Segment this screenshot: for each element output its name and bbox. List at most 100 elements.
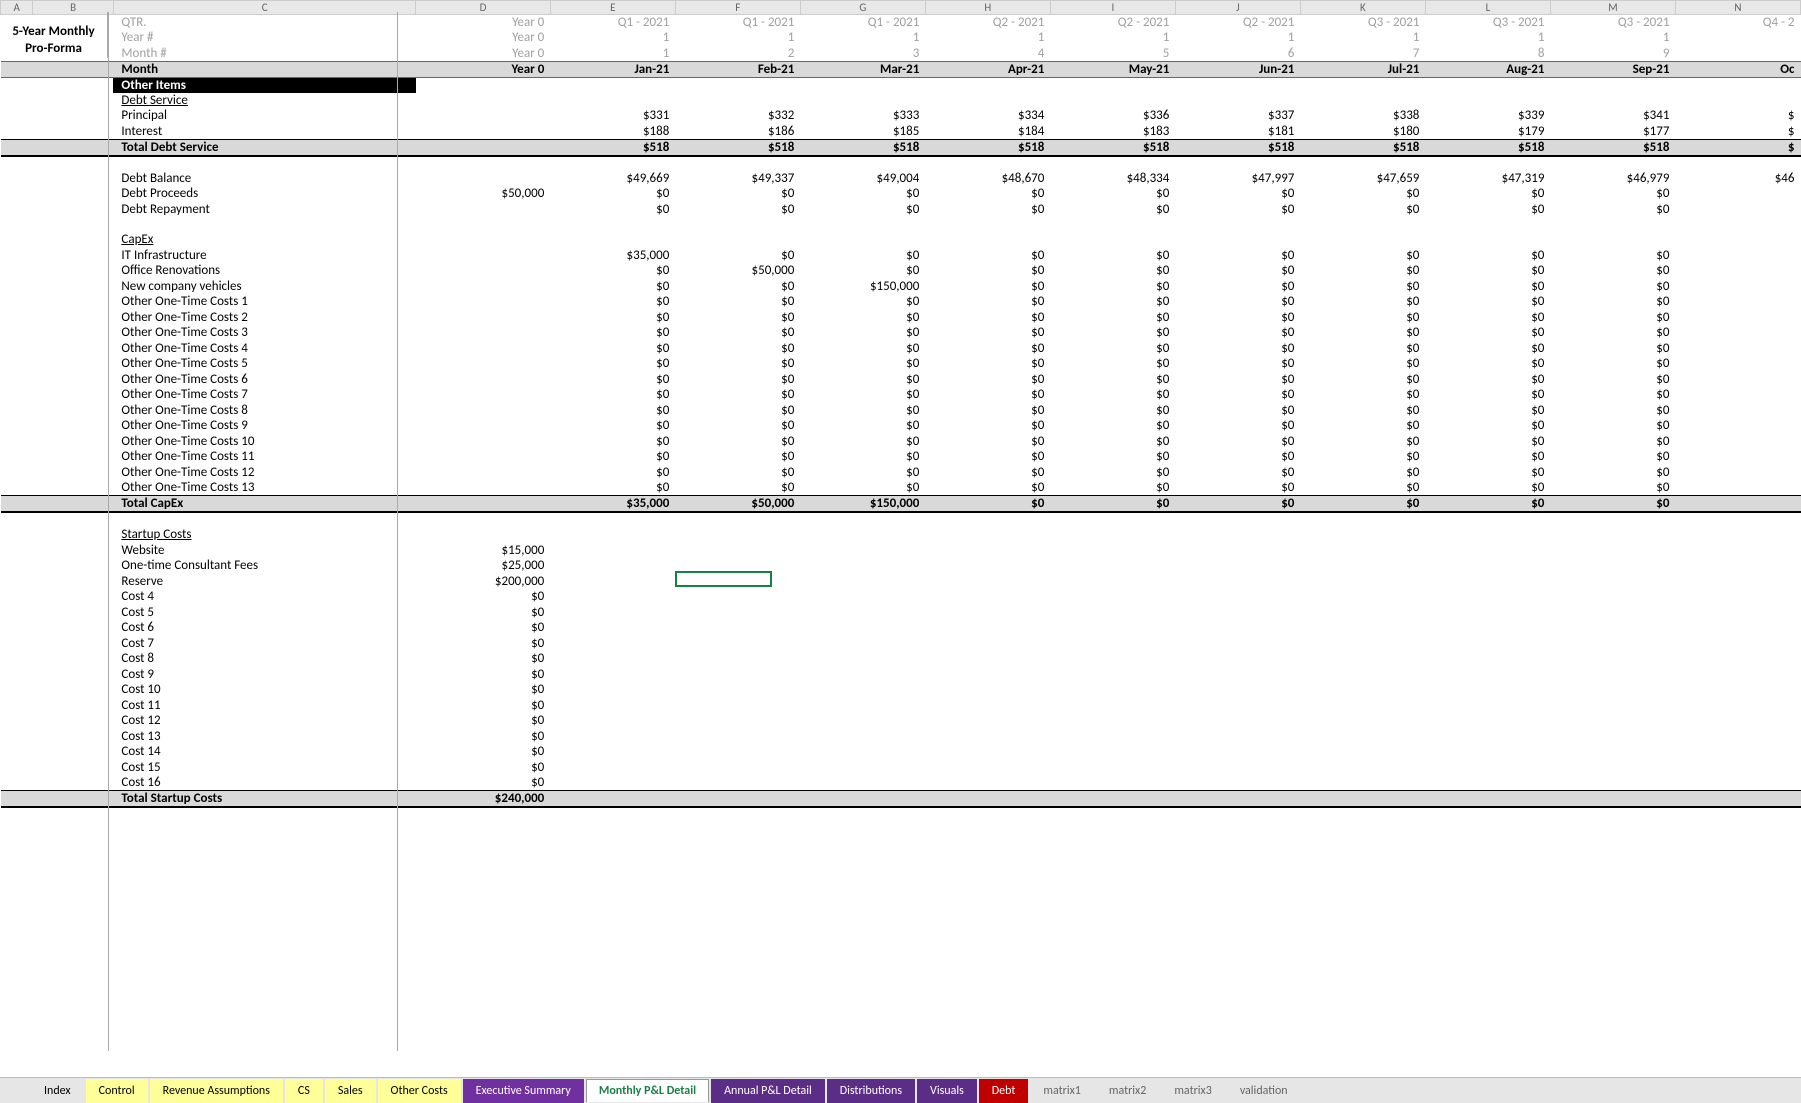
cell[interactable]: $0 bbox=[1300, 341, 1425, 357]
cell[interactable]: $177 bbox=[1550, 124, 1675, 140]
cell[interactable] bbox=[800, 558, 925, 574]
cell[interactable]: $0 bbox=[800, 341, 925, 357]
cell[interactable]: $0 bbox=[1050, 403, 1175, 419]
sheet-tab[interactable]: Control bbox=[86, 1079, 148, 1103]
cell[interactable] bbox=[1550, 527, 1675, 543]
cell[interactable] bbox=[1425, 93, 1550, 109]
cell[interactable]: $336 bbox=[1050, 108, 1175, 124]
cell[interactable]: $240,000 bbox=[416, 791, 550, 808]
cell[interactable]: $50,000 bbox=[675, 263, 800, 279]
cell[interactable]: 6 bbox=[1175, 46, 1300, 62]
cell[interactable] bbox=[550, 667, 675, 683]
cell[interactable] bbox=[800, 574, 925, 590]
cell[interactable] bbox=[416, 248, 550, 264]
cell[interactable]: $0 bbox=[1425, 248, 1550, 264]
cell[interactable] bbox=[675, 636, 800, 652]
cell[interactable] bbox=[1425, 729, 1550, 745]
cell[interactable]: $334 bbox=[925, 108, 1050, 124]
cell[interactable]: $0 bbox=[1175, 372, 1300, 388]
cell[interactable] bbox=[1675, 760, 1800, 776]
cell[interactable]: $0 bbox=[1175, 465, 1300, 481]
cell[interactable]: $0 bbox=[800, 325, 925, 341]
cell[interactable] bbox=[925, 667, 1050, 683]
cell[interactable]: $0 bbox=[1175, 418, 1300, 434]
cell[interactable]: $0 bbox=[1550, 356, 1675, 372]
cell[interactable]: $0 bbox=[550, 186, 675, 202]
cell[interactable] bbox=[1550, 698, 1675, 714]
cell[interactable] bbox=[1050, 760, 1175, 776]
cell[interactable]: 1 bbox=[1050, 30, 1175, 46]
cell[interactable]: $0 bbox=[550, 356, 675, 372]
cell[interactable]: $0 bbox=[675, 480, 800, 496]
cell[interactable] bbox=[925, 232, 1050, 248]
cell[interactable]: $0 bbox=[925, 202, 1050, 218]
cell[interactable]: $46,979 bbox=[1550, 171, 1675, 187]
cell[interactable]: $0 bbox=[1050, 263, 1175, 279]
cell[interactable]: $0 bbox=[550, 387, 675, 403]
cell[interactable] bbox=[800, 760, 925, 776]
cell[interactable]: $0 bbox=[800, 294, 925, 310]
cell[interactable] bbox=[1675, 744, 1800, 760]
cell[interactable] bbox=[416, 124, 550, 140]
cell[interactable]: $47,659 bbox=[1300, 171, 1425, 187]
cell[interactable] bbox=[675, 760, 800, 776]
cell[interactable]: $0 bbox=[1300, 434, 1425, 450]
cell[interactable] bbox=[675, 605, 800, 621]
cell[interactable] bbox=[800, 636, 925, 652]
cell[interactable] bbox=[1550, 667, 1675, 683]
cell[interactable] bbox=[675, 651, 800, 667]
cell[interactable] bbox=[1425, 527, 1550, 543]
cell[interactable] bbox=[800, 729, 925, 745]
cell[interactable]: $0 bbox=[925, 372, 1050, 388]
cell[interactable]: $0 bbox=[550, 418, 675, 434]
cell[interactable]: $0 bbox=[1175, 434, 1300, 450]
cell[interactable]: $0 bbox=[416, 620, 550, 636]
cell[interactable]: $0 bbox=[416, 636, 550, 652]
cell[interactable]: Q3 - 2021 bbox=[1550, 15, 1675, 31]
cell[interactable]: $0 bbox=[416, 651, 550, 667]
cell[interactable] bbox=[1425, 574, 1550, 590]
cell[interactable] bbox=[1175, 558, 1300, 574]
cell[interactable] bbox=[1050, 713, 1175, 729]
cell[interactable]: $0 bbox=[925, 465, 1050, 481]
cell[interactable] bbox=[1050, 667, 1175, 683]
cell[interactable] bbox=[925, 791, 1050, 808]
cell[interactable]: $0 bbox=[1425, 372, 1550, 388]
cell[interactable]: $0 bbox=[1300, 279, 1425, 295]
cell[interactable] bbox=[1050, 744, 1175, 760]
cell[interactable]: Aug-21 bbox=[1425, 61, 1550, 77]
cell[interactable] bbox=[800, 232, 925, 248]
cell[interactable] bbox=[925, 775, 1050, 791]
cell[interactable] bbox=[1300, 232, 1425, 248]
cell[interactable] bbox=[1550, 574, 1675, 590]
cell[interactable]: $150,000 bbox=[800, 279, 925, 295]
cell[interactable] bbox=[675, 77, 800, 93]
cell[interactable] bbox=[1675, 543, 1800, 559]
cell[interactable] bbox=[1300, 589, 1425, 605]
cell[interactable]: $0 bbox=[800, 372, 925, 388]
cell[interactable] bbox=[550, 574, 675, 590]
cell[interactable]: 8 bbox=[1425, 46, 1550, 62]
cell[interactable]: $0 bbox=[925, 449, 1050, 465]
cell[interactable] bbox=[1550, 232, 1675, 248]
cell[interactable] bbox=[1675, 294, 1800, 310]
cell[interactable]: $ bbox=[1675, 108, 1800, 124]
cell[interactable]: $0 bbox=[1425, 341, 1550, 357]
cell[interactable]: $0 bbox=[1175, 403, 1300, 419]
cell[interactable] bbox=[675, 589, 800, 605]
cell[interactable] bbox=[675, 558, 800, 574]
cell[interactable] bbox=[1050, 729, 1175, 745]
cell[interactable] bbox=[1675, 310, 1800, 326]
cell[interactable]: 4 bbox=[925, 46, 1050, 62]
cell[interactable] bbox=[1550, 93, 1675, 109]
cell[interactable]: Q3 - 2021 bbox=[1425, 15, 1550, 31]
cell[interactable] bbox=[1425, 760, 1550, 776]
cell[interactable]: 1 bbox=[1550, 30, 1675, 46]
cell[interactable]: $0 bbox=[1300, 186, 1425, 202]
cell[interactable]: $0 bbox=[675, 465, 800, 481]
cell[interactable]: 1 bbox=[550, 30, 675, 46]
cell[interactable] bbox=[416, 108, 550, 124]
cell[interactable]: $46 bbox=[1675, 171, 1800, 187]
cell[interactable]: $180 bbox=[1300, 124, 1425, 140]
cell[interactable]: $0 bbox=[1175, 449, 1300, 465]
